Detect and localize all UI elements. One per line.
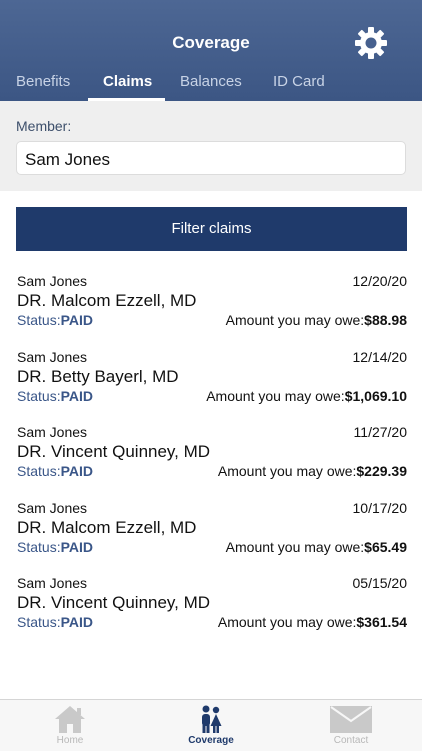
envelope-icon [330,706,372,733]
tabbar-coverage-label: Coverage [188,735,234,746]
tabbar-home-label: Home [56,735,84,746]
family-icon [202,705,222,733]
claim-date: 12/14/20 [352,348,408,365]
claim-row[interactable]: Sam Jones 11/27/20 DR. Vincent Quinney, … [0,413,422,489]
gear-icon [355,27,387,59]
tab-benefits[interactable]: Benefits [16,73,70,90]
claim-date: 11/27/20 [353,424,407,440]
home-icon [55,706,85,733]
claim-member: Sam Jones [17,575,88,591]
claim-amount: Amount you may owe:$65.49 [225,538,407,555]
claim-status: Status:PAID [17,614,94,630]
claim-status: Status:PAID [17,312,94,328]
claim-status: Status:PAID [17,387,94,404]
claim-date: 10/17/20 [352,499,408,516]
claim-provider: DR. Vincent Quinney, MD [17,593,211,612]
tabbar-coverage[interactable]: Coverage [171,700,251,751]
claim-row[interactable]: Sam Jones 12/20/20 DR. Malcom Ezzell, MD… [0,262,422,338]
tabbar-contact-label: Contact [333,735,369,746]
claim-member: Sam Jones [17,424,88,440]
tabbar-home[interactable]: Home [30,700,110,751]
settings-button[interactable] [353,25,389,61]
claim-provider: DR. Vincent Quinney, MD [17,442,211,461]
claim-date: 05/15/20 [352,575,408,591]
claim-member: Sam Jones [17,348,88,365]
claim-row[interactable]: Sam Jones 10/17/20 DR. Malcom Ezzell, MD… [0,489,422,565]
member-section: Member: Sam Jones [0,101,422,191]
claim-row[interactable]: Sam Jones 05/15/20 DR. Vincent Quinney, … [0,564,422,640]
claim-amount: Amount you may owe:$229.39 [217,463,407,479]
claim-provider: DR. Malcom Ezzell, MD [17,517,197,537]
filter-claims-button[interactable]: Filter claims [16,207,407,251]
claim-provider: DR. Betty Bayerl, MD [17,366,179,386]
app-header: Coverage Benefits Claims Balances ID Car… [0,0,422,101]
claim-amount: Amount you may owe:$88.98 [225,312,407,328]
claim-provider: DR. Malcom Ezzell, MD [17,291,197,310]
tabbar-contact[interactable]: Contact [311,700,391,751]
member-field[interactable]: Sam Jones [16,141,406,175]
tab-bar: Benefits Claims Balances ID Card [0,66,422,101]
claim-member: Sam Jones [17,273,88,289]
tab-id-card[interactable]: ID Card [273,73,325,90]
claim-amount: Amount you may owe:$1,069.10 [206,387,407,404]
claim-status: Status:PAID [17,538,94,555]
claim-member: Sam Jones [17,499,88,516]
tab-balances[interactable]: Balances [180,73,242,90]
tab-claims[interactable]: Claims [103,73,152,90]
claim-amount: Amount you may owe:$361.54 [217,614,407,630]
bottom-tab-bar: Home Coverage Contact [0,699,422,751]
claims-list: Sam Jones 12/20/20 DR. Malcom Ezzell, MD… [0,262,422,640]
member-label: Member: [16,118,72,134]
claim-date: 12/20/20 [352,273,408,289]
claim-status: Status:PAID [17,463,94,479]
claim-row[interactable]: Sam Jones 12/14/20 DR. Betty Bayerl, MD … [0,338,422,414]
